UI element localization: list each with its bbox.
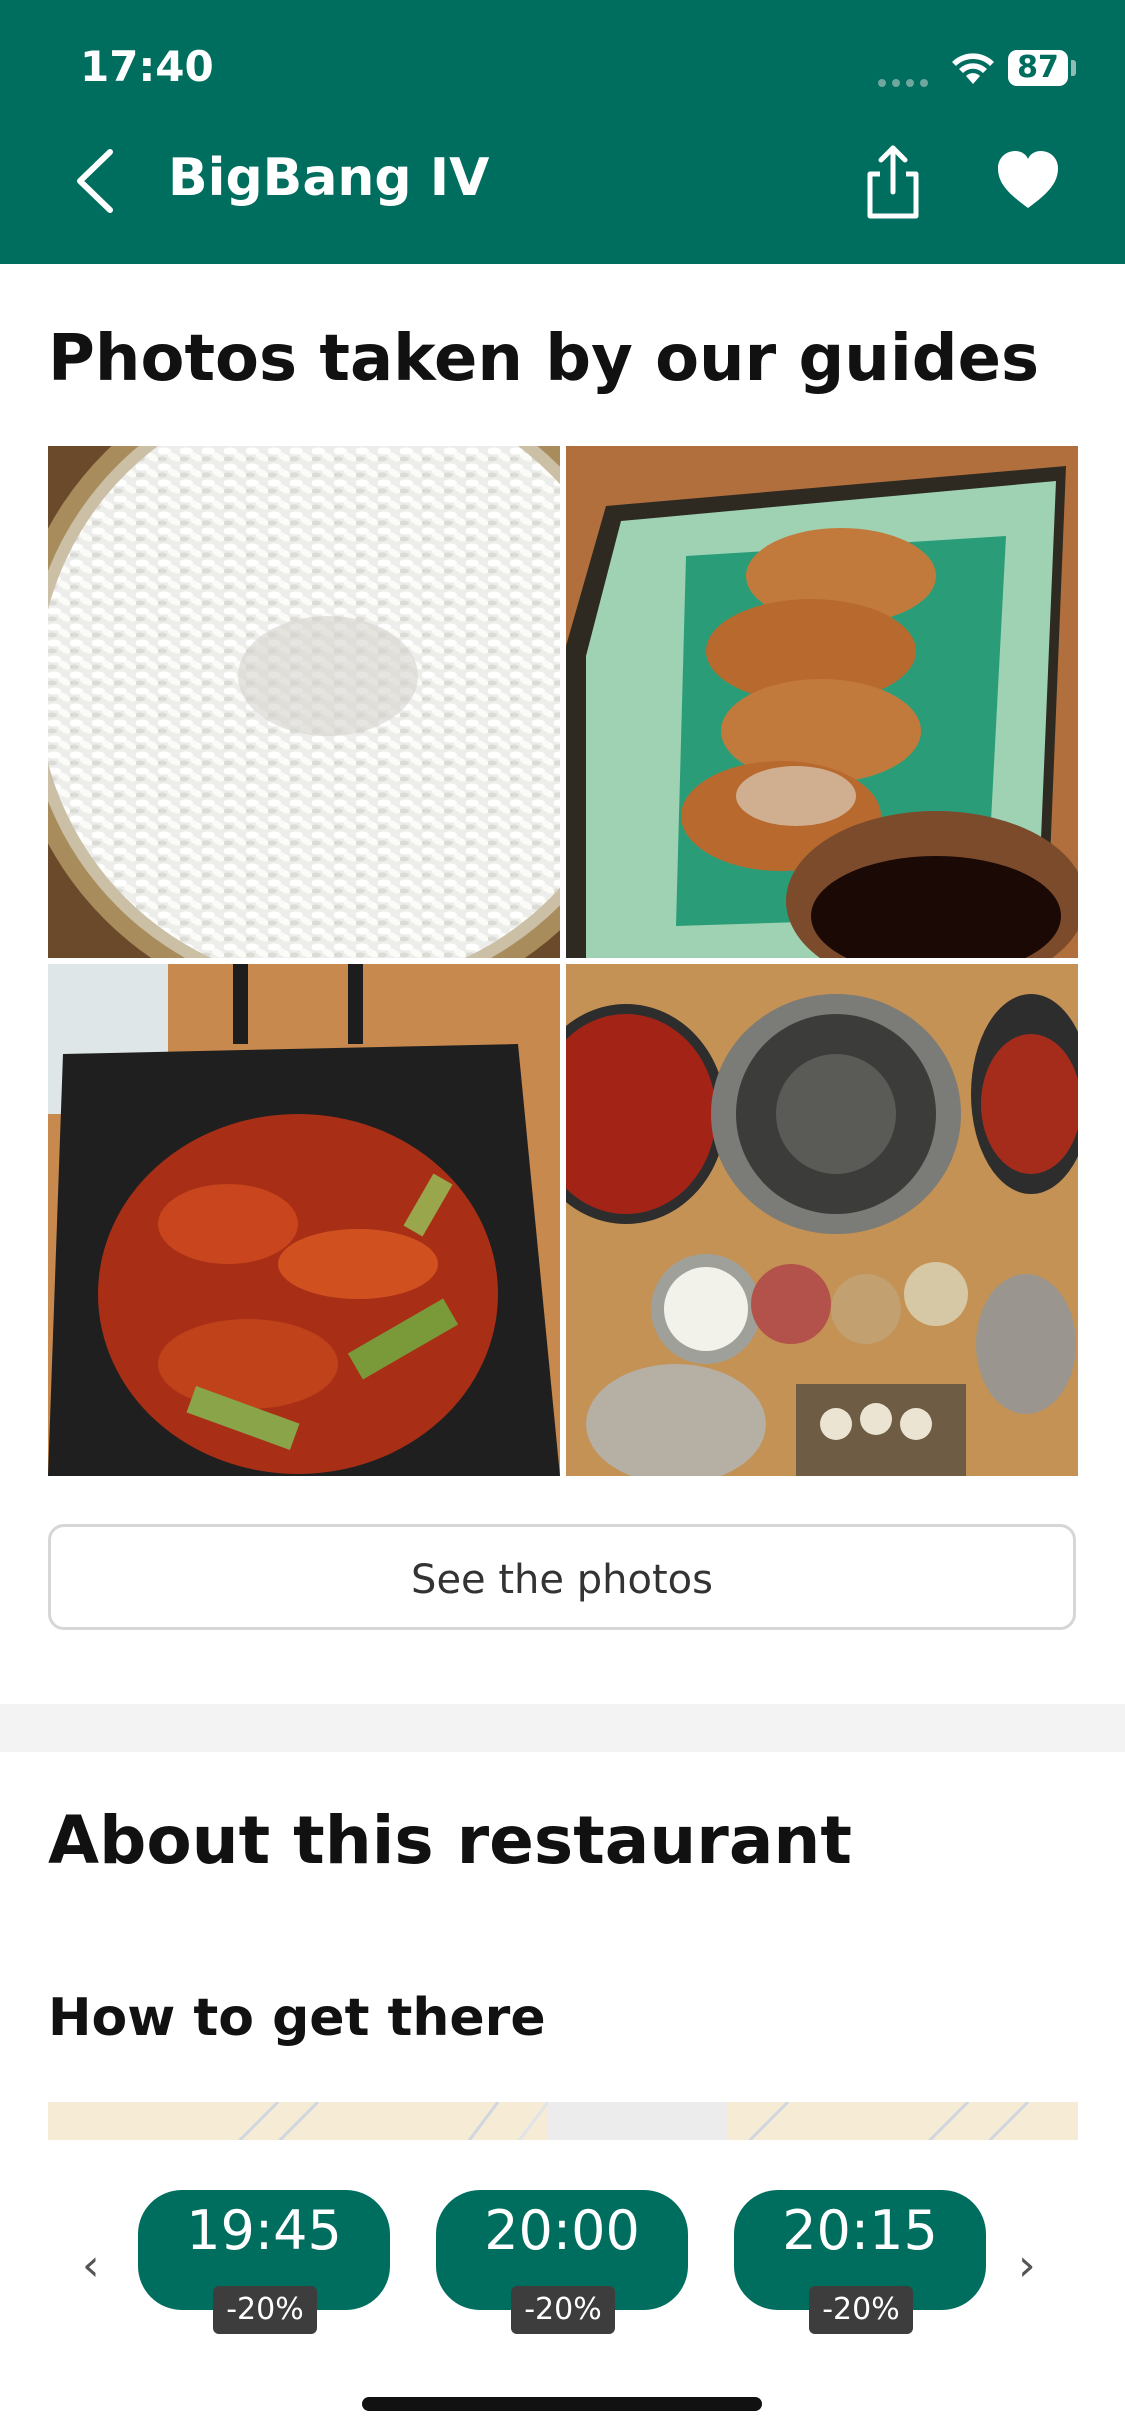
photo-grid (48, 446, 1078, 1476)
page-title: BigBang IV (168, 148, 490, 208)
back-button[interactable] (70, 146, 120, 216)
prev-slots-button[interactable]: ‹ (82, 2240, 100, 2291)
section-divider (0, 1704, 1125, 1752)
map-preview[interactable] (48, 2102, 1078, 2142)
battery-cap (1071, 60, 1076, 76)
status-time: 17:40 (80, 42, 214, 91)
favorite-button[interactable] (996, 150, 1060, 210)
photos-section-title: Photos taken by our guides (48, 322, 1040, 396)
wifi-icon (952, 53, 994, 84)
home-indicator[interactable] (362, 2397, 762, 2411)
korean-bbq-table-photo[interactable] (566, 964, 1078, 1476)
discount-badge: -20% (809, 2286, 913, 2334)
discount-badge: -20% (213, 2286, 317, 2334)
rice-photo[interactable] (48, 446, 560, 958)
directions-section-title: How to get there (48, 1988, 546, 2048)
signal-icon (878, 72, 934, 91)
battery-icon: 87 (1008, 50, 1068, 86)
see-photos-button[interactable]: See the photos (48, 1524, 1076, 1630)
share-button[interactable] (862, 142, 924, 220)
dumplings-photo[interactable] (566, 446, 1078, 958)
about-section-title: About this restaurant (48, 1802, 852, 1879)
spicy-chicken-photo[interactable] (48, 964, 560, 1476)
discount-badge: -20% (511, 2286, 615, 2334)
next-slots-button[interactable]: › (1018, 2240, 1036, 2291)
app-header: 17:40 87 BigBang IV (0, 0, 1125, 264)
